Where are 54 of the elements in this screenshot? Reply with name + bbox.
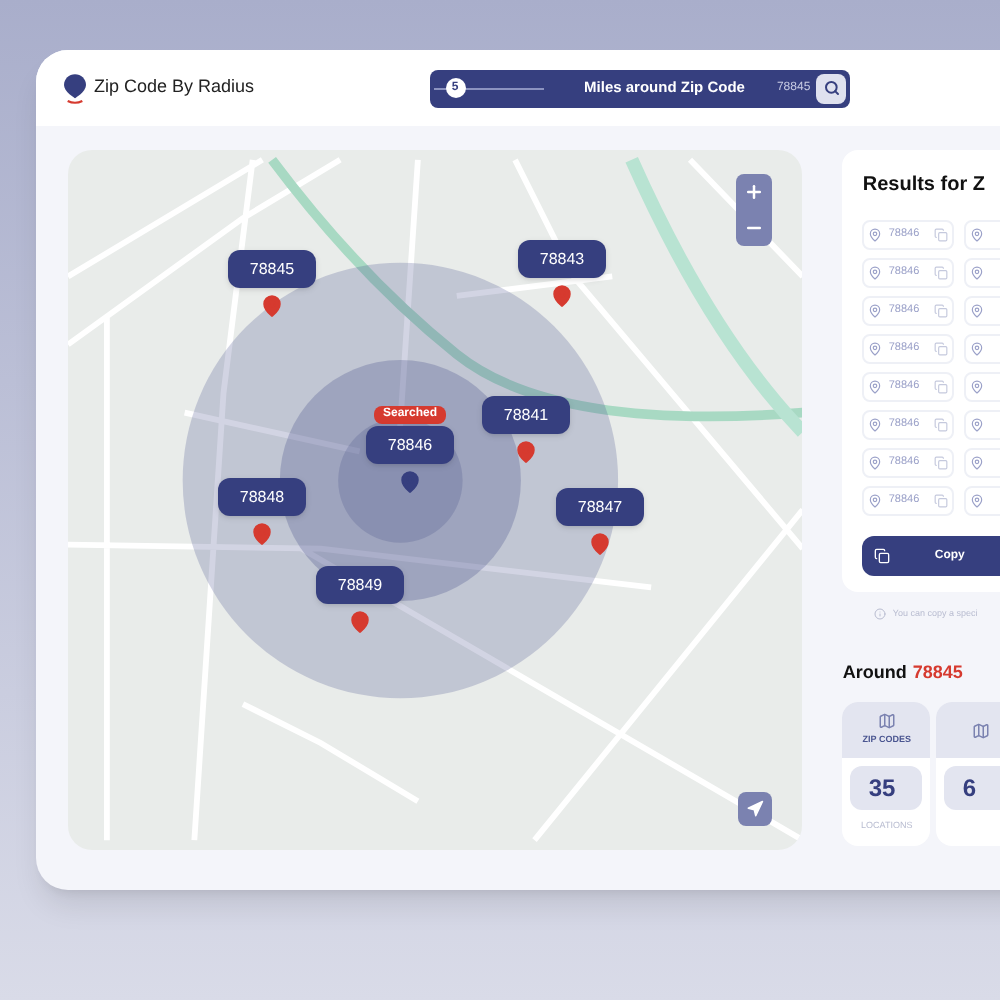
map-pin-icon[interactable] xyxy=(250,522,274,546)
locate-button[interactable] xyxy=(738,792,773,826)
search-icon xyxy=(823,80,840,96)
zip-marker-label[interactable]: 78845 xyxy=(228,250,316,288)
pin-logo-icon xyxy=(64,73,86,103)
zip-marker-label[interactable]: 78847 xyxy=(556,488,644,526)
pin-icon xyxy=(970,304,985,318)
zip-marker-label[interactable]: 78843 xyxy=(518,240,606,278)
pin-icon xyxy=(868,342,883,356)
stat-value: 6 xyxy=(944,766,1000,811)
around-label: Around xyxy=(842,659,907,686)
map-icon xyxy=(971,721,990,740)
map-icon xyxy=(877,712,896,731)
pin-icon xyxy=(868,380,883,394)
map-pin-icon[interactable] xyxy=(398,470,422,494)
pin-icon xyxy=(970,456,985,470)
copy-icon[interactable] xyxy=(934,418,949,432)
copy-icon[interactable] xyxy=(934,228,949,242)
pin-icon xyxy=(970,342,985,356)
copy-icon[interactable] xyxy=(934,456,949,470)
pin-icon xyxy=(970,380,985,394)
pin-icon xyxy=(970,494,985,508)
copy-icon xyxy=(874,548,891,564)
pin-icon xyxy=(970,266,985,280)
copy-icon[interactable] xyxy=(934,494,949,508)
pin-icon xyxy=(868,304,883,318)
pin-icon xyxy=(970,418,985,432)
map-pin-icon[interactable] xyxy=(550,284,574,308)
copy-icon[interactable] xyxy=(934,304,949,318)
copy-icon[interactable] xyxy=(934,266,949,280)
info-icon xyxy=(874,608,887,621)
search-button[interactable] xyxy=(816,73,847,103)
pin-icon xyxy=(868,456,883,470)
zoom-in-icon[interactable] xyxy=(744,182,765,202)
map-pin-icon[interactable] xyxy=(348,610,372,634)
pin-icon xyxy=(868,228,883,242)
copy-icon[interactable] xyxy=(934,342,949,356)
zip-marker-label[interactable]: 78849 xyxy=(316,566,404,604)
pin-icon xyxy=(868,494,883,508)
map-pin-icon[interactable] xyxy=(260,294,284,318)
pin-icon xyxy=(868,266,883,280)
pin-icon xyxy=(868,418,883,432)
stat-value: 35 xyxy=(850,766,923,811)
map-pin-icon[interactable] xyxy=(514,440,538,464)
pin-icon xyxy=(970,228,985,242)
copy-icon[interactable] xyxy=(934,380,949,394)
results-title: Results for Z xyxy=(862,172,987,200)
app-title: Zip Code By Radius xyxy=(94,74,255,101)
map-pin-icon[interactable] xyxy=(588,532,612,556)
navigation-arrow-icon xyxy=(746,800,765,818)
zip-marker-label[interactable]: 78846 xyxy=(366,426,454,464)
zip-marker-label[interactable]: 78841 xyxy=(482,396,570,434)
zip-marker-label[interactable]: 78848 xyxy=(218,478,306,516)
around-zip: 78845 xyxy=(912,659,963,686)
